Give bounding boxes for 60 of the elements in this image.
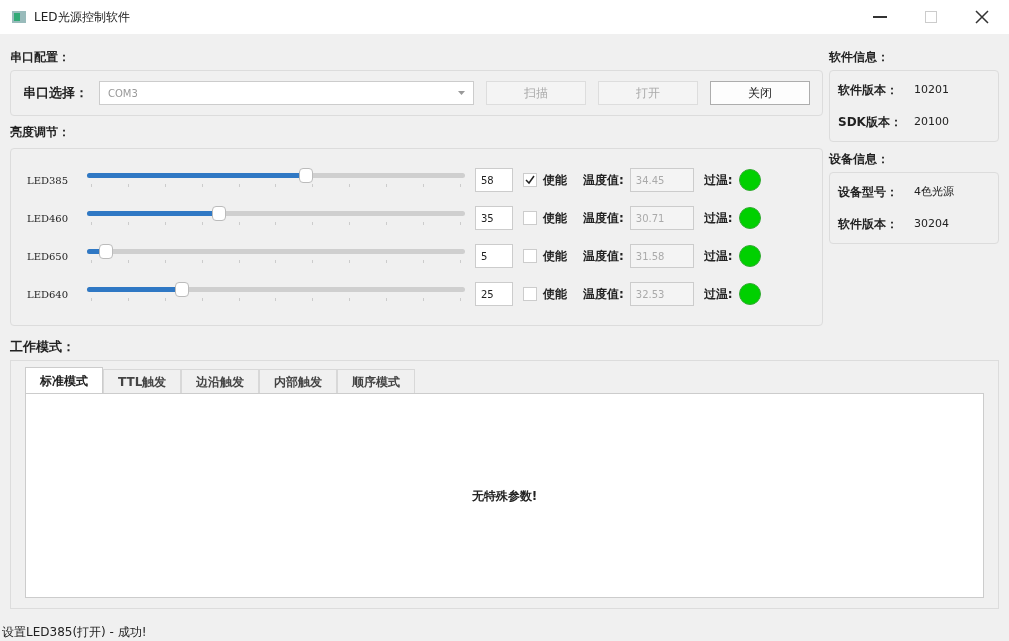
temperature-field: 32.53 <box>629 282 694 306</box>
section-heading: 亮度调节： <box>10 124 71 141</box>
field-label: 过温: <box>703 210 733 227</box>
channel-label: LED640 <box>27 287 70 302</box>
channel-label: LED650 <box>27 249 70 264</box>
slider-thumb[interactable] <box>98 244 113 259</box>
field-label: 温度值: <box>583 248 624 265</box>
value-field[interactable]: 25 <box>475 282 513 306</box>
temperature-field: 34.45 <box>629 168 694 192</box>
enable-checkbox[interactable] <box>523 249 537 263</box>
maximize-icon[interactable] <box>925 11 937 23</box>
slider-thumb[interactable] <box>174 282 189 297</box>
app-icon <box>12 11 26 23</box>
mode-tab[interactable]: 内部触发 <box>259 369 338 393</box>
enable-checkbox[interactable] <box>523 211 537 225</box>
mode-tab[interactable]: 边沿触发 <box>181 369 260 393</box>
value-field[interactable]: 35 <box>475 206 513 230</box>
info-label: 软件版本： <box>838 216 899 233</box>
info-label: 软件版本： <box>838 82 899 99</box>
channel-label: LED385 <box>27 173 70 188</box>
field-label: 过温: <box>703 172 733 189</box>
checkbox-label: 使能 <box>543 210 567 227</box>
minimize-icon[interactable] <box>873 16 887 18</box>
info-value: 10201 <box>914 81 949 98</box>
message-text: 无特殊参数! <box>471 487 538 505</box>
window-title: LED光源控制软件 <box>34 9 130 26</box>
info-label: 设备型号： <box>838 184 899 201</box>
field-label: 过温: <box>703 286 733 303</box>
field-label: 串口选择： <box>23 84 89 103</box>
close-icon[interactable] <box>975 10 989 24</box>
value-field[interactable]: 58 <box>475 168 513 192</box>
info-value: 20100 <box>914 113 949 130</box>
section-heading: 软件信息： <box>829 49 890 66</box>
checkbox-label: 使能 <box>543 286 567 303</box>
field-label: 过温: <box>703 248 733 265</box>
mode-tab[interactable]: TTL触发 <box>103 369 182 393</box>
info-value: 30204 <box>914 215 949 232</box>
field-label: 温度值: <box>583 286 624 303</box>
section-heading: 工作模式： <box>10 337 76 356</box>
section-heading: 串口配置： <box>10 49 71 66</box>
field-label: 温度值: <box>583 172 624 189</box>
info-label: SDK版本： <box>838 114 903 131</box>
mode-tab[interactable]: 标准模式 <box>25 367 103 393</box>
value-field[interactable]: 5 <box>475 244 513 268</box>
checkbox-label: 使能 <box>543 248 567 265</box>
serial-button[interactable]: 关闭 <box>710 81 810 105</box>
slider-thumb[interactable] <box>299 168 314 183</box>
info-value: 4色光源 <box>914 183 954 200</box>
checkbox-label: 使能 <box>543 172 567 189</box>
temperature-field: 30.71 <box>629 206 694 230</box>
enable-checkbox[interactable] <box>523 287 537 301</box>
temperature-field: 31.58 <box>629 244 694 268</box>
enable-checkbox[interactable] <box>523 173 537 187</box>
mode-tab[interactable]: 顺序模式 <box>337 369 416 393</box>
status-text: 设置LED385(打开) - 成功! <box>1 624 148 641</box>
channel-label: LED460 <box>27 211 70 226</box>
slider-thumb[interactable] <box>212 206 227 221</box>
field-label: 温度值: <box>583 210 624 227</box>
section-heading: 设备信息： <box>829 151 890 168</box>
caret-icon <box>458 91 465 95</box>
